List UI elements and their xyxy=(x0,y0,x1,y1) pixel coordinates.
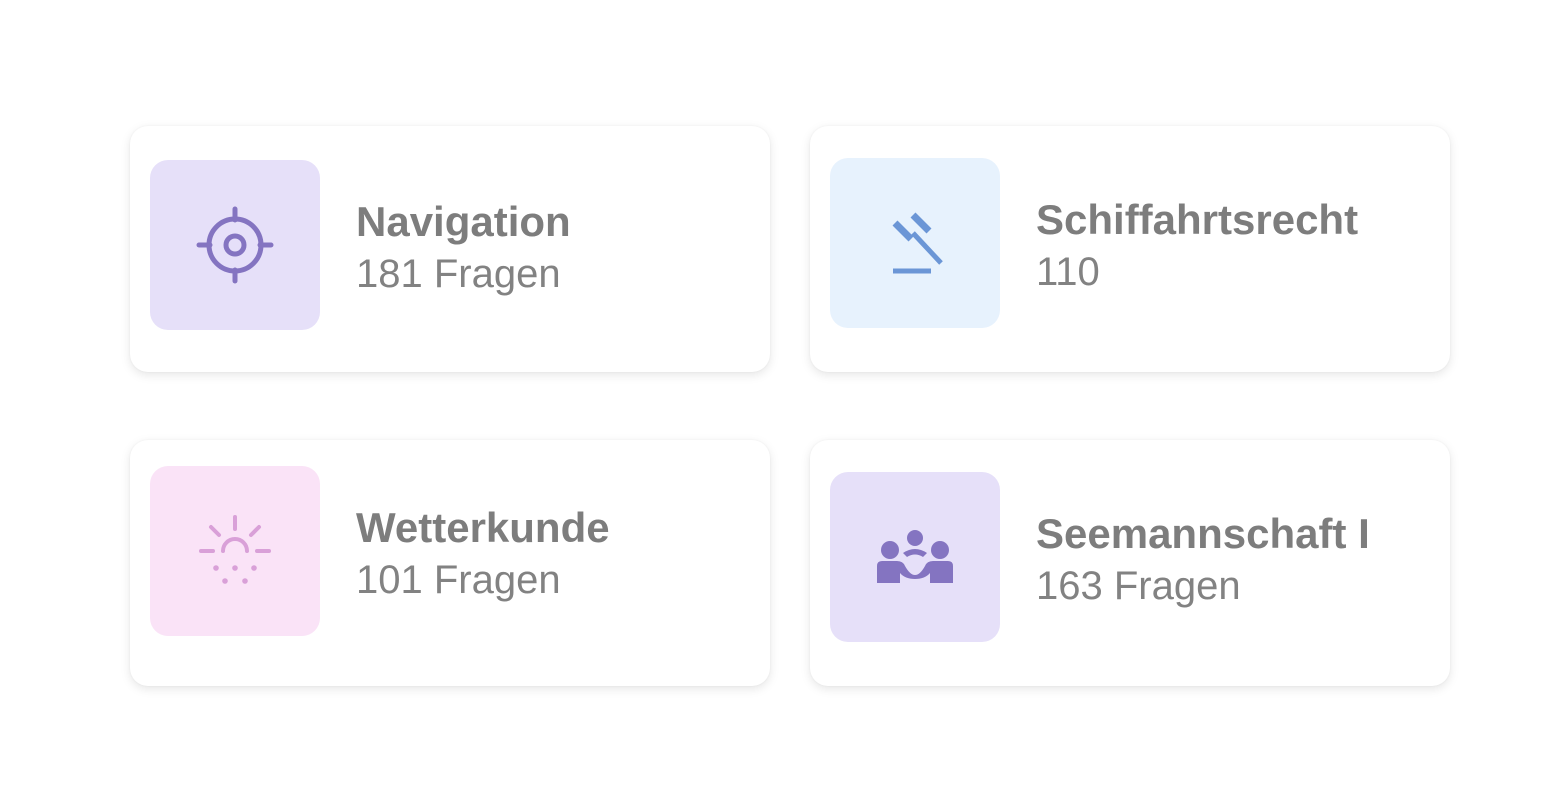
topic-icon-tile xyxy=(830,158,1000,328)
topic-card-wetterkunde[interactable]: Wetterkunde 101 Fragen xyxy=(130,440,770,686)
gavel-icon xyxy=(875,203,955,283)
crosshair-icon xyxy=(195,205,275,285)
topic-title: Wetterkunde xyxy=(356,504,610,551)
topic-card-schiffahrtsrecht[interactable]: Schiffahrtsrecht 110 xyxy=(810,126,1450,372)
topic-question-count: 163 Fragen xyxy=(1036,564,1241,608)
group-icon xyxy=(875,517,955,597)
sun-rain-icon xyxy=(195,511,275,591)
topic-icon-tile xyxy=(830,472,1000,642)
topic-card-seemannschaft[interactable]: Seemannschaft I 163 Fragen xyxy=(810,440,1450,686)
topic-title: Schiffahrtsrecht xyxy=(1036,196,1359,243)
topic-question-count: 181 Fragen xyxy=(356,252,561,296)
topic-icon-tile xyxy=(150,466,320,636)
topic-question-count: 110 xyxy=(1036,250,1100,294)
topic-question-count: 101 Fragen xyxy=(356,558,561,602)
topic-title: Seemannschaft I xyxy=(1036,510,1370,557)
topic-icon-tile xyxy=(150,160,320,330)
topic-title: Navigation xyxy=(356,198,571,245)
topic-grid: Navigation 181 Fragen Schiffahrtsrecht 1… xyxy=(0,0,1568,802)
topic-card-navigation[interactable]: Navigation 181 Fragen xyxy=(130,126,770,372)
